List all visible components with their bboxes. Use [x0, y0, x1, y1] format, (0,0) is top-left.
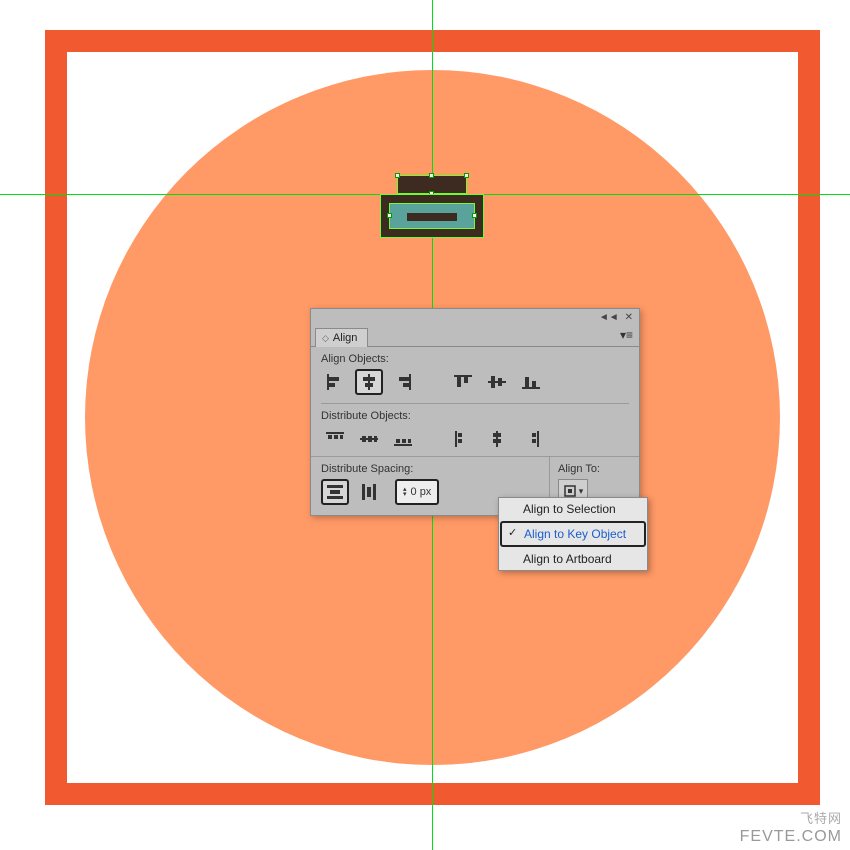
- section-label: Distribute Spacing:: [321, 463, 539, 475]
- dropdown-item-label: Align to Key Object: [524, 527, 626, 541]
- stepper-arrows-icon[interactable]: ▴▾: [403, 487, 407, 497]
- align-top-button[interactable]: [449, 369, 477, 395]
- distribute-horizontal-center-button[interactable]: [483, 426, 511, 452]
- distribute-right-button[interactable]: [517, 426, 545, 452]
- distribute-vertical-center-button[interactable]: [355, 426, 383, 452]
- close-icon[interactable]: ✕: [625, 312, 633, 323]
- dropdown-item-label: Align to Artboard: [523, 552, 612, 566]
- align-panel: ◄◄ ✕ ◇ Align ▾≡ Align Objects:: [310, 308, 640, 516]
- align-left-button[interactable]: [321, 369, 349, 395]
- align-horizontal-center-button[interactable]: [355, 369, 383, 395]
- watermark-line2: FEVTE.COM: [740, 828, 842, 846]
- spacing-value-input[interactable]: ▴▾ 0 px: [395, 479, 439, 505]
- object-slot: [389, 203, 475, 229]
- tab-grabber-icon: ◇: [322, 333, 329, 344]
- selection-handle-icon[interactable]: [429, 213, 434, 218]
- dropdown-item-align-to-artboard[interactable]: Align to Artboard: [499, 548, 647, 570]
- align-vertical-center-button[interactable]: [483, 369, 511, 395]
- selection-handle-icon[interactable]: [387, 213, 392, 218]
- section-label: Distribute Objects:: [321, 410, 629, 422]
- chevron-down-icon: ▾: [579, 486, 584, 497]
- selection-handle-icon[interactable]: [429, 173, 434, 178]
- dropdown-item-label: Align to Selection: [523, 502, 616, 516]
- align-to-dropdown-menu: Align to Selection ✓ Align to Key Object…: [498, 497, 648, 571]
- distribute-left-button[interactable]: [449, 426, 477, 452]
- selection-handle-icon[interactable]: [395, 173, 400, 178]
- checkmark-icon: ✓: [508, 526, 517, 539]
- dropdown-item-align-to-key-object[interactable]: ✓ Align to Key Object: [500, 521, 646, 547]
- panel-flyout-menu-icon[interactable]: ▾≡: [620, 328, 633, 342]
- object-top-rect: [397, 175, 467, 194]
- selection-handle-icon[interactable]: [464, 173, 469, 178]
- align-bottom-button[interactable]: [517, 369, 545, 395]
- tab-label: Align: [333, 332, 357, 344]
- watermark-line1: 飞特网: [740, 810, 842, 828]
- panel-titlebar[interactable]: ◄◄ ✕: [311, 309, 639, 325]
- distribute-vertical-spacing-button[interactable]: [321, 479, 349, 505]
- section-label: Align To:: [558, 463, 631, 475]
- dropdown-item-align-to-selection[interactable]: Align to Selection: [499, 498, 647, 520]
- panel-tab-strip: ◇ Align ▾≡: [311, 325, 639, 347]
- section-label: Align Objects:: [321, 353, 629, 365]
- section-distribute-objects: Distribute Objects:: [311, 404, 639, 456]
- distribute-bottom-button[interactable]: [389, 426, 417, 452]
- watermark: 飞特网 FEVTE.COM: [740, 810, 842, 846]
- align-right-button[interactable]: [389, 369, 417, 395]
- align-to-key-object-icon: [563, 484, 577, 498]
- spacing-value-text: 0 px: [411, 486, 432, 498]
- distribute-horizontal-spacing-button[interactable]: [355, 479, 383, 505]
- selection-handle-icon[interactable]: [472, 213, 477, 218]
- selected-object[interactable]: [380, 175, 484, 238]
- collapse-icon[interactable]: ◄◄: [599, 312, 619, 323]
- object-body-rect: [380, 194, 484, 238]
- distribute-top-button[interactable]: [321, 426, 349, 452]
- section-align-objects: Align Objects:: [311, 347, 639, 399]
- tab-align[interactable]: ◇ Align: [315, 328, 368, 347]
